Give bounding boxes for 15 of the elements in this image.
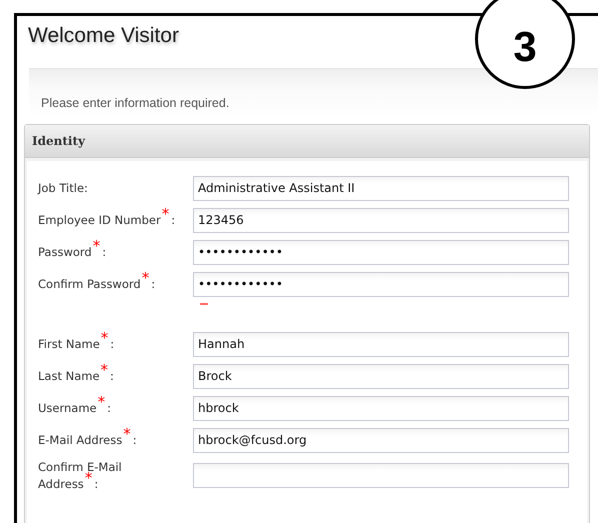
input-field[interactable]: Brock bbox=[193, 364, 569, 388]
input-field[interactable] bbox=[193, 463, 569, 488]
page-title: Welcome Visitor bbox=[27, 23, 179, 49]
input-field[interactable]: hbrock@fcusd.org bbox=[193, 428, 569, 452]
input-field[interactable]: •••••••••••• bbox=[193, 272, 569, 296]
field-label: Job Title: bbox=[38, 180, 89, 196]
input-field[interactable]: 123456 bbox=[193, 208, 569, 232]
input-field[interactable]: •••••••••••• bbox=[193, 240, 569, 264]
input-field[interactable]: Administrative Assistant II bbox=[193, 176, 569, 200]
step-badge: 3 bbox=[475, 0, 575, 89]
input-field[interactable]: hbrock bbox=[193, 396, 569, 420]
instruction-text: Please enter information required. bbox=[41, 96, 230, 110]
panel-title: Identity bbox=[32, 134, 85, 148]
error-mark bbox=[200, 303, 208, 305]
input-field[interactable]: Hannah bbox=[193, 332, 569, 356]
